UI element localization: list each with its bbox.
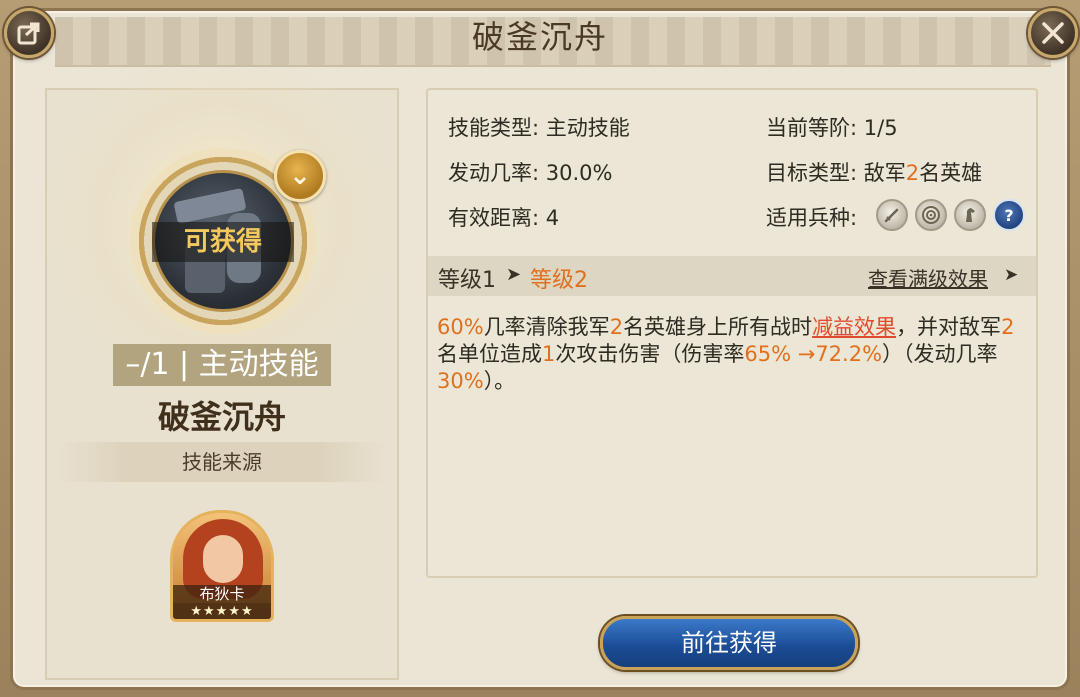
chevron-down-icon[interactable]: ⌄ (274, 150, 326, 202)
troop-type-row: 适用兵种: (766, 202, 857, 232)
desc-text: 次攻击伤害（伤害率 (555, 342, 745, 366)
horse-icon[interactable] (954, 199, 986, 231)
target-icon[interactable] (915, 199, 947, 231)
skill-type-row: 技能类型: 主动技能 (448, 112, 630, 142)
troop-type-label: 适用兵种: (766, 206, 858, 230)
desc-number: 2 (609, 315, 624, 339)
hero-portrait[interactable]: 布狄卡 ★★★★★ (170, 510, 274, 622)
hero-name: 布狄卡 (173, 585, 271, 603)
target-type-pre: 敌军 (863, 161, 906, 185)
troop-icons: ? (876, 199, 1025, 231)
debuff-effect-link[interactable]: 减益效果 (812, 315, 896, 339)
hero-stars: ★★★★★ (173, 603, 271, 619)
damage-rate-change: 65% →72.2% (744, 342, 883, 366)
current-stage-value: 1/5 (863, 116, 898, 140)
share-button[interactable] (4, 8, 54, 58)
skill-type-label: 技能类型: (448, 116, 540, 140)
skill-name: 破釜沉舟 (157, 398, 286, 436)
skill-type-value: 主动技能 (545, 116, 630, 140)
next-level: 等级2 (530, 268, 588, 293)
target-count: 2 (905, 161, 920, 185)
arrow-right-icon[interactable]: ➤ (1004, 265, 1018, 285)
desc-rate: 60% (437, 315, 484, 339)
arrow-right-icon: ➤ (506, 264, 522, 285)
target-type-post: 名英雄 (919, 161, 983, 185)
trigger-rate-value: 30.0% (545, 161, 613, 185)
current-stage-row: 当前等阶: 1/5 (766, 112, 898, 142)
page-title: 破釜沉舟 (471, 18, 608, 56)
question-icon[interactable]: ? (993, 199, 1025, 231)
desc-rate: 30% (437, 369, 484, 393)
desc-text: ，并对敌军 (896, 315, 1002, 339)
close-button[interactable] (1028, 8, 1078, 58)
share-icon (17, 22, 40, 45)
sword-icon[interactable] (876, 199, 908, 231)
obtainable-label: 可获得 (152, 222, 294, 262)
desc-text: ）。 (483, 369, 516, 393)
effective-range-value: 4 (545, 206, 560, 230)
trigger-rate-label: 发动几率: (448, 161, 540, 185)
hero-face (203, 535, 243, 583)
close-icon (1042, 22, 1064, 44)
desc-text: 名单位造成 (437, 342, 542, 366)
desc-text: 名英雄身上所有战时 (623, 315, 813, 339)
trigger-rate-row: 发动几率: 30.0% (448, 157, 612, 187)
skill-source-label: 技能来源 (58, 442, 386, 482)
target-type-row: 目标类型: 敌军2名英雄 (766, 157, 982, 187)
current-stage-label: 当前等阶: (766, 116, 858, 140)
view-max-level-link[interactable]: 查看满级效果 (868, 263, 988, 292)
target-type-label: 目标类型: (766, 161, 858, 185)
desc-number: 1 (542, 342, 556, 366)
skill-level-tag: –/1 | 主动技能 (113, 344, 331, 386)
effective-range-row: 有效距离: 4 (448, 202, 559, 232)
desc-text: ）（发动几率 (882, 342, 998, 366)
skill-description: 60%几率清除我军2名英雄身上所有战时减益效果，并对敌军2名单位造成1次攻击伤害… (437, 314, 1027, 395)
desc-number: 2 (1001, 315, 1015, 339)
effective-range-label: 有效距离: (448, 206, 540, 230)
current-level: 等级1 (438, 268, 496, 293)
go-obtain-button[interactable]: 前往获得 (600, 616, 858, 670)
desc-text: 几率清除我军 (483, 315, 610, 339)
